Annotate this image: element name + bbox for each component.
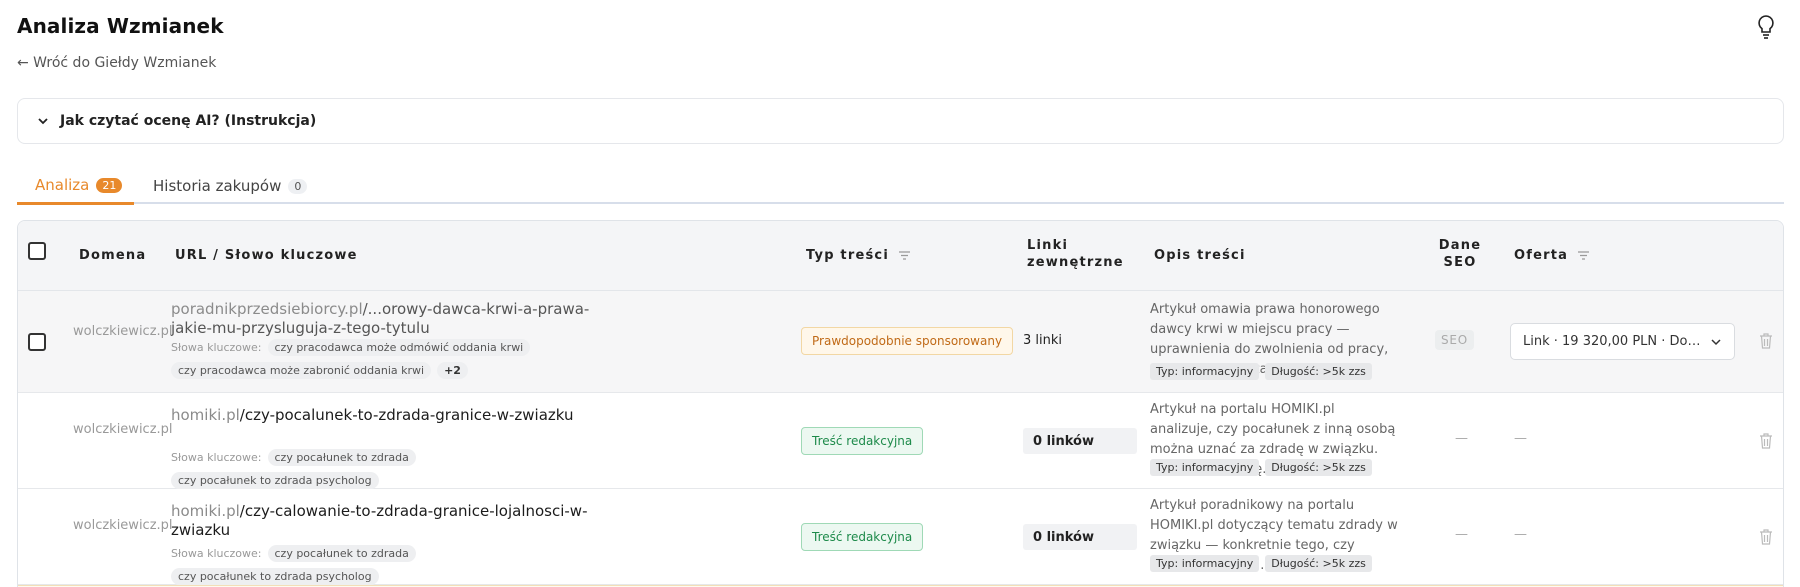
row-keywords: Słowa kluczowe: czy pracodawca może odmó… [171, 339, 571, 379]
chevron-down-icon [38, 118, 48, 125]
description-tags: Typ: informacyjny Długość: >5k zzs [1150, 555, 1372, 572]
content-type-badge: Treść redakcyjna [801, 427, 924, 455]
offer-selected-value: Link · 19 320,00 PLN · DoFollo... [1523, 334, 1702, 349]
seo-empty: — [1455, 431, 1468, 446]
tab-historia-zakupow[interactable]: Historia zakupów 0 [153, 168, 308, 204]
content-type-badge: Prawdopodobnie sponsorowany [801, 327, 1014, 355]
header-seo-data[interactable]: Dane SEO [1438, 237, 1482, 271]
more-keywords-chip[interactable]: +2 [437, 362, 468, 379]
trash-icon[interactable] [1759, 333, 1773, 349]
instructions-label: Jak czytać ocenę AI? (Instrukcja) [60, 113, 317, 129]
header-offer-label: Oferta [1514, 248, 1569, 263]
tab-label: Historia zakupów [153, 177, 282, 195]
table-row[interactable]: wolczkiewicz.pl homiki.pl/czy-calowanie-… [18, 489, 1783, 585]
header-content-type-label: Typ treści [806, 248, 889, 263]
row-url[interactable]: homiki.pl/czy-pocalunek-to-zdrada-granic… [171, 406, 591, 425]
back-link[interactable]: ← Wróć do Giełdy Wzmianek [17, 55, 216, 71]
url-host: homiki.pl [171, 502, 240, 520]
header-content-type[interactable]: Typ treści [806, 248, 910, 263]
content-tag: Długość: >5k zzs [1265, 363, 1372, 380]
keywords-label: Słowa kluczowe: [171, 341, 262, 354]
table-header: Domena URL / Słowo kluczowe Typ treści L… [18, 221, 1783, 291]
table-row[interactable]: wolczkiewicz.pl poradnikprzedsiebiorcy.p… [18, 291, 1783, 393]
url-host: poradnikprzedsiebiorcy.pl [171, 300, 363, 318]
keyword-chip: czy pracodawca może odmówić oddania krwi [267, 339, 531, 356]
tab-count-badge: 0 [288, 178, 308, 194]
row-url[interactable]: homiki.pl/czy-calowanie-to-zdrada-granic… [171, 502, 591, 540]
analysis-table: Domena URL / Słowo kluczowe Typ treści L… [17, 220, 1784, 587]
seo-empty: — [1455, 527, 1468, 542]
content-tag: Typ: informacyjny [1150, 459, 1260, 476]
row-domain: wolczkiewicz.pl [73, 422, 173, 437]
external-links-count: 3 linki [1023, 333, 1063, 348]
content-tag: Długość: >5k zzs [1265, 459, 1372, 476]
description-tags: Typ: informacyjny Długość: >5k zzs [1150, 459, 1372, 476]
trash-icon[interactable] [1759, 433, 1773, 449]
header-domain[interactable]: Domena [79, 248, 146, 263]
select-all-checkbox[interactable] [28, 242, 46, 260]
table-row[interactable]: wolczkiewicz.pl homiki.pl/czy-pocalunek-… [18, 393, 1783, 489]
keyword-chip: czy pocałunek to zdrada [267, 449, 416, 466]
tab-analiza[interactable]: Analiza 21 [17, 168, 134, 205]
trash-icon[interactable] [1759, 529, 1773, 545]
keyword-chip: czy pocałunek to zdrada psycholog [171, 472, 379, 489]
tab-label: Analiza [35, 176, 90, 194]
header-url[interactable]: URL / Słowo kluczowe [175, 248, 358, 263]
filter-icon[interactable] [1578, 251, 1590, 260]
header-offer[interactable]: Oferta [1514, 248, 1590, 263]
url-path: /czy-pocalunek-to-zdrada-granice-w-zwiaz… [239, 406, 574, 424]
header-description[interactable]: Opis treści [1154, 248, 1246, 263]
header-external-links[interactable]: Linki zewnętrzne [1027, 237, 1123, 271]
description-tags: Typ: informacyjny Długość: >5k zzs [1150, 363, 1372, 380]
content-type-badge: Treść redakcyjna [801, 523, 924, 551]
offer-empty: — [1514, 527, 1527, 542]
seo-badge[interactable]: SEO [1435, 330, 1475, 350]
tab-count-badge: 21 [96, 177, 123, 193]
row-domain: wolczkiewicz.pl [73, 518, 173, 533]
keyword-chip: czy pocałunek to zdrada psycholog [171, 568, 379, 585]
keywords-label: Słowa kluczowe: [171, 451, 262, 464]
row-url[interactable]: poradnikprzedsiebiorcy.pl/...orowy-dawca… [171, 300, 591, 338]
offer-empty: — [1514, 431, 1527, 446]
chevron-down-icon [1711, 338, 1721, 345]
content-tag: Długość: >5k zzs [1265, 555, 1372, 572]
row-checkbox[interactable] [28, 333, 46, 351]
external-links-count: 0 linków [1023, 524, 1137, 550]
keyword-chip: czy pracodawca może zabronić oddania krw… [171, 362, 432, 379]
content-tag: Typ: informacyjny [1150, 555, 1260, 572]
offer-select[interactable]: Link · 19 320,00 PLN · DoFollo... [1510, 323, 1735, 360]
tab-bar: Analiza 21 Historia zakupów 0 [17, 168, 1784, 205]
row-keywords: Słowa kluczowe: czy pocałunek to zdrada … [171, 449, 571, 489]
row-keywords: Słowa kluczowe: czy pocałunek to zdrada … [171, 545, 571, 585]
content-tag: Typ: informacyjny [1150, 363, 1260, 380]
instructions-accordion[interactable]: Jak czytać ocenę AI? (Instrukcja) [17, 98, 1784, 144]
keywords-label: Słowa kluczowe: [171, 547, 262, 560]
page-title: Analiza Wzmianek [17, 14, 224, 38]
external-links-count: 0 linków [1023, 428, 1137, 454]
filter-icon[interactable] [898, 251, 910, 260]
lightbulb-icon[interactable] [1754, 14, 1778, 40]
keyword-chip: czy pocałunek to zdrada [267, 545, 416, 562]
url-host: homiki.pl [171, 406, 240, 424]
row-domain: wolczkiewicz.pl [73, 324, 173, 339]
